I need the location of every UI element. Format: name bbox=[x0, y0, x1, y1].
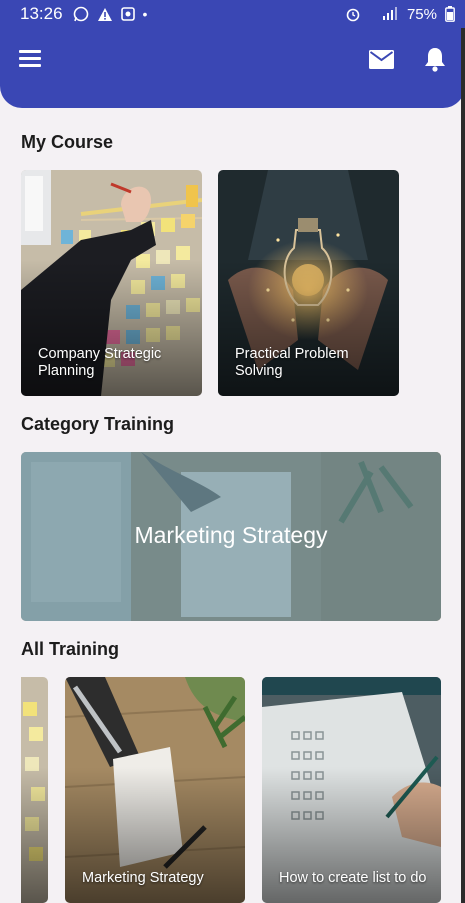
my-course-heading: My Course bbox=[21, 132, 114, 152]
whatsapp-icon bbox=[73, 6, 88, 22]
warning-icon bbox=[97, 7, 112, 21]
course-card-problem-solving[interactable]: Practical Problem Solving bbox=[218, 170, 399, 396]
training-card-marketing-strategy[interactable]: Marketing Strategy bbox=[65, 677, 245, 903]
course-card-title: Practical Problem Solving bbox=[235, 346, 349, 379]
category-training-heading: Category Training bbox=[21, 414, 175, 434]
battery-percent: 75% bbox=[406, 5, 437, 23]
training-card-title: Marketing Strategy bbox=[82, 870, 204, 886]
bell-icon[interactable] bbox=[424, 46, 446, 72]
training-card-partial[interactable] bbox=[21, 677, 48, 903]
status-bar: 13:26 • 75% bbox=[0, 0, 465, 28]
all-training-heading: All Training bbox=[21, 639, 120, 659]
training-card-list-to-do[interactable]: How to create list to do bbox=[262, 677, 441, 903]
status-time: 13:26 bbox=[20, 4, 63, 23]
card-shade bbox=[21, 767, 48, 903]
category-banner-title: Marketing Strategy bbox=[134, 522, 328, 548]
signal-icon bbox=[382, 7, 397, 20]
screen-edge bbox=[461, 28, 465, 903]
category-banner-marketing[interactable]: Marketing Strategy bbox=[21, 452, 441, 621]
menu-icon[interactable] bbox=[19, 50, 41, 68]
image-icon bbox=[120, 7, 135, 21]
dot-icon: • bbox=[142, 6, 148, 22]
course-card-strategic-planning[interactable]: Company Strategic Planning bbox=[21, 170, 202, 396]
battery-icon bbox=[445, 6, 455, 22]
status-notification-icons: • bbox=[73, 6, 148, 22]
status-system-icons: 75% bbox=[345, 6, 455, 23]
course-card-title: Company Strategic Planning bbox=[38, 346, 162, 379]
mail-icon[interactable] bbox=[369, 50, 394, 69]
training-card-title: How to create list to do bbox=[279, 870, 427, 886]
alarm-icon bbox=[346, 8, 360, 22]
app-bar bbox=[0, 28, 465, 108]
